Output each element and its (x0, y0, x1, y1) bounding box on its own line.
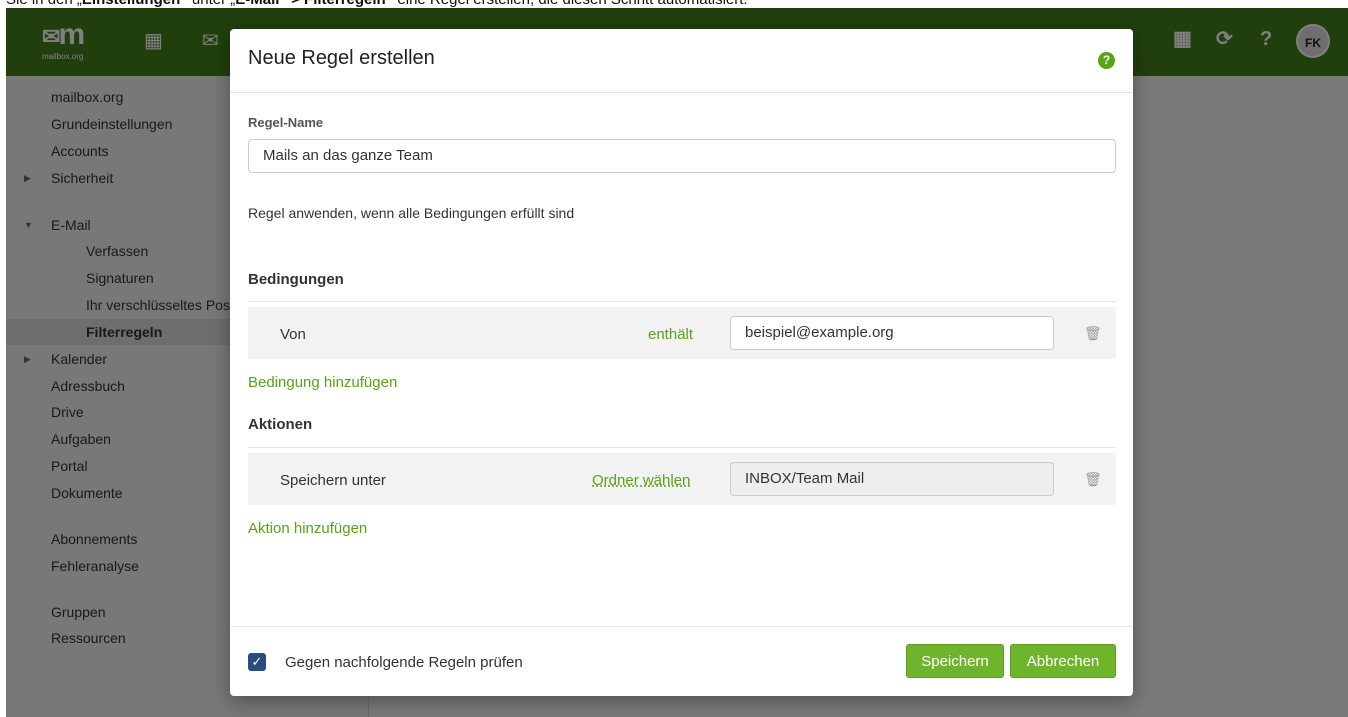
rule-name-input[interactable]: Mails an das ganze Team (248, 139, 1116, 173)
check-following-label: Gegen nachfolgende Regeln prüfen (285, 654, 523, 671)
action-row: Speichern unter Ordner wählen INBOX/Team… (248, 453, 1116, 505)
apply-condition-text: Regel anwenden, wenn alle Bedingungen er… (248, 205, 575, 221)
save-button[interactable]: Speichern (906, 644, 1004, 678)
cancel-button[interactable]: Abbrechen (1010, 644, 1116, 678)
conditions-heading: Bedingungen (248, 271, 344, 288)
caption-prefix: Sie in den „ (6, 0, 82, 8)
condition-value-input[interactable]: beispiel@example.org (730, 316, 1054, 350)
condition-field: Von (280, 326, 306, 343)
new-rule-dialog: Neue Regel erstellen ? Regel-Name Mails … (230, 29, 1133, 696)
dialog-footer: ✓ Gegen nachfolgende Regeln prüfen Speic… (230, 626, 1133, 697)
dialog-header: Neue Regel erstellen ? (230, 29, 1133, 93)
caption-bold-2: E-Mail“ > Filterregeln“ (235, 0, 393, 8)
help-icon[interactable]: ? (1098, 52, 1115, 69)
add-action-link[interactable]: Aktion hinzufügen (248, 520, 367, 537)
trash-icon[interactable]: 🗑 (1084, 326, 1102, 340)
folder-value-input[interactable]: INBOX/Team Mail (730, 462, 1054, 496)
condition-operator[interactable]: enthält (648, 326, 693, 343)
action-type: Speichern unter (280, 472, 386, 489)
caption-suffix: eine Regel erstellen, die diesen Schritt… (393, 0, 747, 8)
divider (248, 447, 1116, 448)
actions-heading: Aktionen (248, 416, 313, 433)
caption-mid: unter „ (188, 0, 235, 8)
add-condition-link[interactable]: Bedingung hinzufügen (248, 374, 397, 391)
condition-row: Von enthält beispiel@example.org 🗑 (248, 307, 1116, 359)
dialog-title: Neue Regel erstellen (248, 47, 435, 69)
divider (248, 301, 1116, 302)
choose-folder-link[interactable]: Ordner wählen (592, 472, 690, 489)
caption-bold-1: Einstellungen“ (82, 0, 188, 8)
rule-name-label: Regel-Name (248, 115, 324, 130)
check-following-checkbox[interactable]: ✓ (248, 653, 266, 671)
trash-icon[interactable]: 🗑 (1084, 472, 1102, 486)
